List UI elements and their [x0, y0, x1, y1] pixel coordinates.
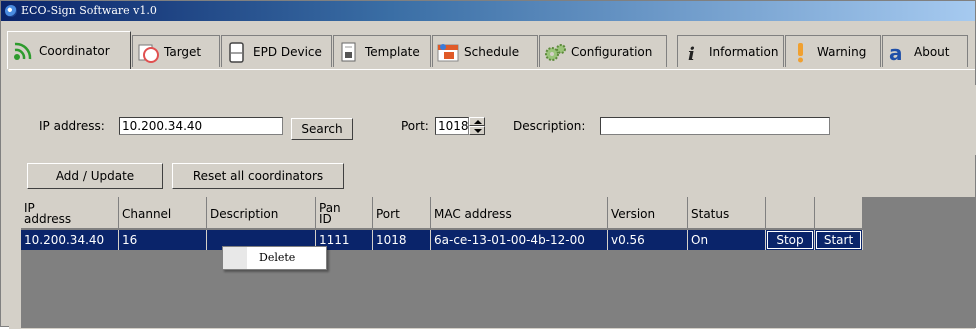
epd-device-icon	[225, 40, 249, 64]
tab-label: Coordinator	[39, 43, 110, 58]
start-button[interactable]: Start	[816, 231, 861, 249]
cell-version[interactable]: v0.56	[608, 230, 688, 250]
tab-label: Schedule	[464, 44, 520, 59]
gears-icon	[543, 40, 567, 64]
tab-warning[interactable]: Warning	[785, 35, 881, 67]
tab-label: Warning	[817, 44, 867, 59]
info-icon: i	[681, 40, 705, 65]
description-label: Description:	[513, 119, 586, 133]
col-status[interactable]: Status	[688, 197, 766, 229]
col-stop[interactable]	[766, 197, 815, 229]
tab-label: About	[914, 44, 950, 59]
cell-start: Start	[815, 230, 863, 250]
cell-channel[interactable]: 16	[119, 230, 207, 250]
menu-item-delete[interactable]: Delete	[259, 251, 295, 264]
col-pan-id[interactable]: Pan ID	[316, 197, 373, 229]
tab-information[interactable]: i Information	[677, 35, 784, 67]
table-row[interactable]: 10.200.34.40 16 1111 1018 6a-ce-13-01-00…	[21, 230, 863, 250]
tab-target[interactable]: Target	[132, 35, 220, 67]
col-ip-address[interactable]: IP address	[21, 197, 119, 229]
window-title: ECO-Sign Software v1.0	[21, 4, 157, 17]
tab-label: EPD Device	[253, 44, 322, 59]
tab-label: Configuration	[571, 44, 653, 59]
warning-icon	[789, 40, 813, 64]
cell-port[interactable]: 1018	[373, 230, 431, 250]
spin-down-icon[interactable]	[469, 126, 485, 135]
port-input[interactable]: 1018	[435, 117, 469, 135]
coordinator-table: IP address Channel Description Pan ID Po…	[21, 197, 976, 328]
col-version[interactable]: Version	[608, 197, 688, 229]
cell-mac[interactable]: 6a-ce-13-01-00-4b-12-00	[431, 230, 608, 250]
wifi-signal-icon	[11, 39, 35, 63]
port-spinner[interactable]	[469, 117, 485, 135]
search-form: IP address: 10.200.34.40 Search Port: 10…	[25, 85, 976, 155]
app-logo-icon	[5, 5, 17, 17]
about-icon: a	[886, 40, 910, 65]
calendar-icon	[436, 40, 460, 64]
svg-text:a: a	[889, 41, 903, 64]
target-circle-icon	[136, 40, 160, 64]
col-channel[interactable]: Channel	[119, 197, 207, 229]
search-button[interactable]: Search	[291, 118, 353, 140]
app-window: ECO-Sign Software v1.0 Coordinator Targe…	[0, 0, 976, 329]
add-update-button[interactable]: Add / Update	[27, 163, 163, 189]
tab-about[interactable]: a About	[882, 35, 968, 67]
col-description[interactable]: Description	[207, 197, 316, 229]
ip-address-label: IP address:	[39, 119, 105, 133]
tab-strip: Coordinator Target EPD Device Template S…	[1, 21, 975, 69]
ip-address-input[interactable]: 10.200.34.40	[119, 117, 283, 135]
tab-schedule[interactable]: Schedule	[432, 35, 538, 67]
cell-stop: Stop	[766, 230, 815, 250]
cell-ip[interactable]: 10.200.34.40	[21, 230, 119, 250]
svg-text:i: i	[688, 44, 695, 64]
tab-epd-device[interactable]: EPD Device	[221, 35, 332, 67]
title-bar[interactable]: ECO-Sign Software v1.0	[1, 1, 975, 21]
tab-configuration[interactable]: Configuration	[539, 35, 667, 67]
spin-up-icon[interactable]	[469, 117, 485, 126]
tab-label: Template	[365, 44, 420, 59]
template-doc-icon	[337, 40, 361, 64]
tab-coordinator[interactable]: Coordinator	[7, 31, 131, 69]
table-header: IP address Channel Description Pan ID Po…	[21, 197, 863, 229]
tab-template[interactable]: Template	[333, 35, 431, 67]
description-input[interactable]	[600, 117, 830, 135]
cell-status[interactable]: On	[688, 230, 766, 250]
col-port[interactable]: Port	[373, 197, 431, 229]
menu-icon-strip	[223, 247, 247, 269]
col-start[interactable]	[815, 197, 863, 229]
port-label: Port:	[401, 119, 429, 133]
reset-all-coordinators-button[interactable]: Reset all coordinators	[172, 163, 344, 189]
tab-label: Target	[164, 44, 202, 59]
tab-label: Information	[709, 44, 779, 59]
row-context-menu: Delete	[222, 246, 327, 270]
col-mac-address[interactable]: MAC address	[431, 197, 608, 229]
stop-button[interactable]: Stop	[767, 231, 813, 249]
